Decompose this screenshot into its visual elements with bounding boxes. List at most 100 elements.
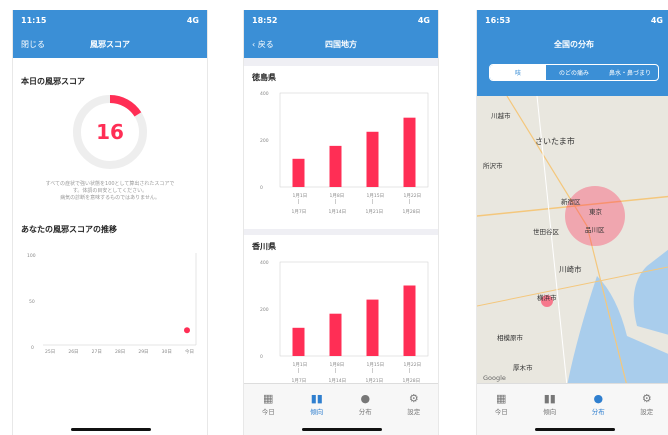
bar-chart: 400 200 0 1月1日 1月7日 1月8日 1月14日 1月15日 1月21日 1月22日 1… [260, 91, 429, 215]
chart-title: 香川県 [252, 242, 276, 251]
map-label: 東京 [589, 208, 602, 216]
segment-sore-throat[interactable]: のどの痛み [546, 65, 602, 80]
map-label: 横浜市 [537, 294, 557, 302]
status-signal: 4G [650, 15, 663, 25]
tab-settings[interactable]: ⚙ 設定 [623, 384, 668, 435]
status-signal: 4G [417, 15, 430, 25]
x-tick: 25日 [45, 349, 55, 355]
home-indicator [71, 428, 151, 431]
chart-card-kagawa: 香川県 400 200 0 1月1日 1月7日 1月8日 1月14日 1月15日 1月21日 1月… [244, 235, 438, 398]
score-ring: 16 [71, 93, 149, 171]
x-tick-label: 1月28日 [403, 209, 421, 215]
bar [403, 117, 416, 187]
x-tick-label: 1月8日 [330, 193, 345, 199]
phone-screen-score: 11:15 4G 閉じる 風邪スコア 本日の風邪スコア 16 すべての症状で強い… [12, 10, 208, 435]
bar-chart: 40020001月1日1月7日1月8日1月14日1月15日1月21日1月22日1… [260, 260, 429, 384]
map-label: 世田谷区 [533, 228, 559, 236]
map-label: 所沢市 [483, 162, 503, 170]
x-tick-label: 1月15日 [367, 193, 385, 199]
bar-chart-icon: ▮▮ [310, 392, 323, 405]
y-tick: 0 [260, 185, 263, 191]
y-tick: 400 [260, 91, 269, 97]
map-label: 川越市 [491, 112, 511, 120]
map-label: 新宿区 [561, 198, 581, 206]
bar [292, 327, 305, 356]
status-time: 11:15 [21, 15, 47, 25]
segment-cough[interactable]: 咳 [490, 65, 546, 80]
page-title: 風邪スコア [90, 39, 130, 49]
score-value: 16 [96, 120, 124, 144]
x-tick-label: 1月22日 [404, 362, 422, 368]
x-tick-label: 1月1日 [293, 193, 308, 199]
map-label: 相模原市 [497, 334, 523, 342]
y-tick: 200 [260, 307, 269, 313]
location-pin-icon: ● [593, 392, 604, 405]
bar [292, 158, 305, 187]
nav-bar: 閉じる 風邪スコア [13, 30, 207, 58]
y-tick: 200 [260, 138, 269, 144]
x-tick: 28日 [115, 349, 125, 355]
x-tick: 26日 [68, 349, 78, 355]
gear-icon: ⚙ [408, 392, 419, 405]
x-tick-label: 1月15日 [367, 362, 385, 368]
page-title: 全国の分布 [554, 39, 594, 49]
heat-circle-tokyo [565, 186, 625, 246]
status-time: 16:53 [485, 15, 511, 25]
score-heading: 本日の風邪スコア [21, 77, 85, 86]
google-logo: Google [483, 374, 506, 382]
map-view[interactable]: 川越市 さいたま市 所沢市 東京 新宿区 世田谷区 品川区 川崎市 横浜市 相模… [477, 96, 668, 386]
segment-runny-nose[interactable]: 鼻水・鼻づまり [602, 65, 658, 80]
phone-screen-trend: 18:52 4G ‹ 戻る 四国地方 徳島県 400 200 0 1月1日 1月7日 1月… [243, 10, 439, 435]
map-label: 厚木市 [513, 364, 533, 372]
map-label: さいたま市 [535, 137, 575, 146]
x-tick-label: 1月21日 [366, 209, 384, 215]
y-tick: 400 [260, 260, 269, 266]
bar [403, 285, 416, 356]
tab-settings[interactable]: ⚙ 設定 [390, 384, 439, 435]
gear-icon: ⚙ [641, 392, 652, 405]
x-tick: 今日 [185, 348, 194, 355]
close-button[interactable]: 閉じる [21, 39, 45, 50]
map-label: 品川区 [585, 226, 605, 234]
x-tick-label: 1月8日 [330, 362, 345, 368]
today-score-point [184, 327, 190, 334]
x-tick-label: 1月22日 [404, 193, 422, 199]
symptom-segmented-control: 咳 のどの痛み 鼻水・鼻づまり [489, 64, 659, 81]
bar-chart-icon: ▮▮ [543, 392, 556, 405]
page-title: 四国地方 [325, 39, 357, 49]
nav-bar: 全国の分布 [477, 30, 668, 58]
chart-title: 徳島県 [252, 73, 276, 82]
status-signal: 4G [186, 15, 199, 25]
y-tick: 0 [260, 354, 263, 360]
tab-today[interactable]: ▦ 今日 [244, 384, 293, 435]
status-bar: 11:15 4G [13, 10, 207, 30]
status-bar: 18:52 4G [244, 10, 438, 30]
y-tick: 0 [31, 345, 34, 351]
nav-bar: ‹ 戻る 四国地方 [244, 30, 438, 58]
score-note-2: す。体調の目安としてください。 [72, 188, 148, 194]
bar [329, 145, 342, 187]
chart-card-tokushima: 徳島県 400 200 0 1月1日 1月7日 1月8日 1月14日 1月15日 1月21日 1月… [244, 66, 438, 229]
y-tick: 50 [29, 299, 35, 305]
bar [366, 131, 379, 187]
tab-today[interactable]: ▦ 今日 [477, 384, 526, 435]
score-note-3: 病気の診断を意味するものではありません。 [60, 195, 160, 201]
back-button[interactable]: ‹ 戻る [252, 39, 274, 50]
score-note-1: すべての症状で強い状態を100として算出されたスコアで [45, 181, 175, 187]
trend-chart: 100 50 0 25日 26日 27日 28日 29日 30日 今日 [27, 253, 197, 355]
x-tick-label: 1月7日 [292, 209, 307, 215]
calendar-icon: ▦ [263, 392, 274, 405]
x-tick: 30日 [162, 349, 172, 355]
x-tick: 29日 [138, 349, 148, 355]
bar [366, 299, 379, 356]
map-label: 川崎市 [559, 265, 582, 274]
status-time: 18:52 [252, 15, 278, 25]
home-indicator [535, 428, 615, 431]
calendar-icon: ▦ [496, 392, 507, 405]
x-tick: 27日 [92, 349, 102, 355]
location-pin-icon: ● [360, 392, 371, 405]
y-tick: 100 [27, 253, 36, 259]
x-tick-label: 1月14日 [329, 209, 347, 215]
bar [329, 313, 342, 356]
trend-heading: あなたの風邪スコアの推移 [21, 225, 117, 234]
